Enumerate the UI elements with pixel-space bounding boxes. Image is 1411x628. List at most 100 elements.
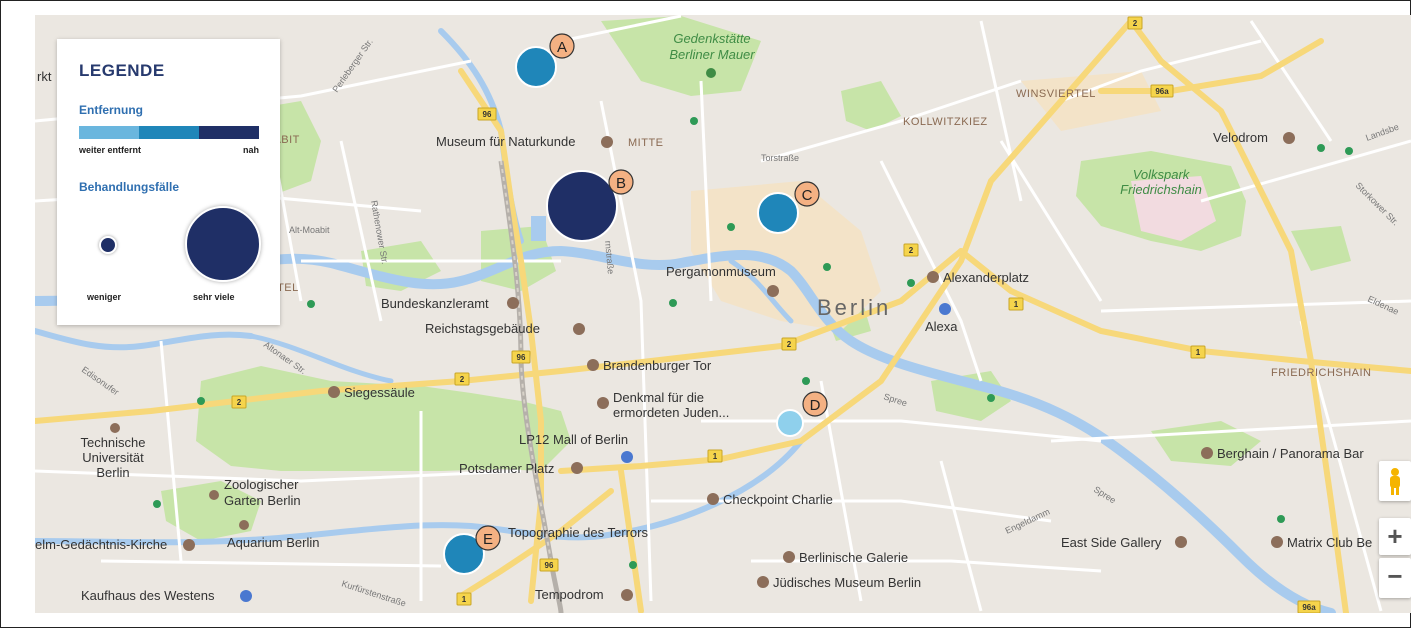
- label-lp12: LP12 Mall of Berlin: [519, 432, 628, 447]
- map-frame: Gedenkstätte Berliner Mauer WINSVIERTEL …: [0, 0, 1411, 628]
- label-berlin: Berlin: [817, 295, 891, 320]
- brandenburger-icon: [587, 359, 599, 371]
- zoom-in-button[interactable]: +: [1379, 518, 1411, 555]
- label-tu-2: Universität: [82, 450, 144, 465]
- street-view-button[interactable]: [1379, 461, 1411, 501]
- shield-2-a: 2: [903, 243, 919, 257]
- badge-a: A: [549, 33, 575, 59]
- label-pergamonmuseum: Pergamonmuseum: [666, 264, 776, 279]
- label-tu-1: Technische: [80, 435, 145, 450]
- denkmal-icon: [597, 397, 609, 409]
- kanzleramt-icon: [507, 297, 519, 309]
- svg-text:B: B: [616, 175, 626, 192]
- label-berliner-mauer: Berliner Mauer: [669, 47, 755, 62]
- distance-seg-near: [199, 126, 259, 139]
- label-tu-3: Berlin: [96, 465, 129, 480]
- marker-d[interactable]: [776, 409, 804, 437]
- label-topographie: Topographie des Terrors: [508, 525, 648, 540]
- badge-b: B: [608, 169, 634, 195]
- pergamon-icon: [767, 285, 779, 297]
- galerie-icon: [783, 551, 795, 563]
- shield-96-low: 96: [539, 558, 559, 572]
- label-denkmal-1: Denkmal für die: [613, 390, 704, 405]
- label-kaufhaus: Kaufhaus des Westens: [81, 588, 215, 603]
- badge-c: C: [794, 181, 820, 207]
- label-torstrasse: Torstraße: [761, 153, 799, 163]
- marker-c[interactable]: [757, 192, 799, 234]
- legend-distance-far: weiter entfernt: [79, 145, 142, 155]
- distance-seg-far: [79, 126, 139, 139]
- svg-text:E: E: [483, 531, 493, 548]
- juedisches-icon: [757, 576, 769, 588]
- shield-96a-top: 96a: [1150, 84, 1174, 98]
- shield-2-top: 2: [1127, 16, 1143, 30]
- label-museum-naturkunde: Museum für Naturkunde: [436, 134, 575, 149]
- label-matrix-club: Matrix Club Be: [1287, 535, 1372, 550]
- label-brandenburger-tor: Brandenburger Tor: [603, 358, 712, 373]
- marker-a[interactable]: [515, 46, 557, 88]
- label-bundeskanzleramt: Bundeskanzleramt: [381, 296, 489, 311]
- marker-b[interactable]: [546, 170, 618, 242]
- aquarium-icon: [239, 520, 249, 530]
- legend-distance-heading: Entfernung: [79, 103, 143, 117]
- gallery-icon: [1175, 536, 1187, 548]
- svg-text:1: 1: [1196, 348, 1201, 357]
- siegessaeule-icon: [328, 386, 340, 398]
- label-alexanderplatz: Alexanderplatz: [943, 270, 1029, 285]
- shopping-icon: [939, 303, 951, 315]
- shield-1-b: 1: [1190, 345, 1206, 359]
- alexanderplatz-icon: [927, 271, 939, 283]
- museum-icon: [601, 136, 613, 148]
- svg-text:2: 2: [787, 340, 792, 349]
- velodrom-icon: [1283, 132, 1295, 144]
- svg-text:2: 2: [460, 375, 465, 384]
- legend-title: LEGENDE: [79, 61, 165, 80]
- legend-cases-heading: Behandlungsfälle: [79, 180, 180, 194]
- svg-text:2: 2: [237, 398, 242, 407]
- tempodrom-icon: [621, 589, 633, 601]
- svg-text:1: 1: [1014, 300, 1019, 309]
- zoom-out-button[interactable]: −: [1379, 558, 1411, 598]
- svg-text:96: 96: [517, 353, 526, 362]
- svg-text:1: 1: [462, 595, 467, 604]
- potsdamer-icon: [571, 462, 583, 474]
- kirche-icon: [183, 539, 195, 551]
- label-alexa: Alexa: [925, 319, 958, 334]
- kadewe-icon: [240, 590, 252, 602]
- label-potsdamer-platz: Potsdamer Platz: [459, 461, 554, 476]
- label-juedisches-museum: Jüdisches Museum Berlin: [773, 575, 921, 590]
- legend-small-dot: [99, 236, 117, 254]
- label-berghain: Berghain / Panorama Bar: [1217, 446, 1364, 461]
- shield-2-d: 2: [231, 395, 247, 409]
- label-friedrichshain-park: Friedrichshain: [1120, 182, 1202, 197]
- svg-text:A: A: [557, 39, 567, 56]
- label-siegessaeule: Siegessäule: [344, 385, 415, 400]
- shield-96-top: 96: [477, 107, 497, 121]
- shield-1-c: 1: [707, 449, 723, 463]
- zoo-icon: [209, 490, 219, 500]
- shield-1-d: 1: [456, 592, 472, 606]
- legend-panel: LEGENDE Entfernung weiter entfernt nah B…: [57, 39, 280, 325]
- label-mitte: MITTE: [628, 137, 664, 149]
- legend-distance-bar: [79, 126, 259, 139]
- label-volkspark: Volkspark: [1133, 167, 1191, 182]
- park-icon: [706, 68, 716, 78]
- legend-distance-near: nah: [242, 145, 259, 155]
- zoom-in-label: +: [1387, 521, 1403, 551]
- checkpoint-icon: [707, 493, 719, 505]
- label-friedrichshain-district: FRIEDRICHSHAIN: [1271, 367, 1372, 379]
- badge-d: D: [802, 391, 828, 417]
- harbor: [531, 216, 546, 241]
- matrix-icon: [1271, 536, 1283, 548]
- reichstag-icon: [573, 323, 585, 335]
- zoom-out-label: −: [1387, 561, 1403, 591]
- label-checkpoint-charlie: Checkpoint Charlie: [723, 492, 833, 507]
- label-east-side-gallery: East Side Gallery: [1061, 535, 1162, 550]
- label-kollwitzkiez: KOLLWITZKIEZ: [903, 116, 988, 128]
- shield-1-a: 1: [1008, 297, 1024, 311]
- svg-text:96: 96: [545, 561, 554, 570]
- svg-text:C: C: [802, 187, 813, 204]
- label-aquarium: Aquarium Berlin: [227, 535, 320, 550]
- label-gedenkstaette: Gedenkstätte: [673, 31, 750, 46]
- pegman-icon: [1390, 468, 1400, 495]
